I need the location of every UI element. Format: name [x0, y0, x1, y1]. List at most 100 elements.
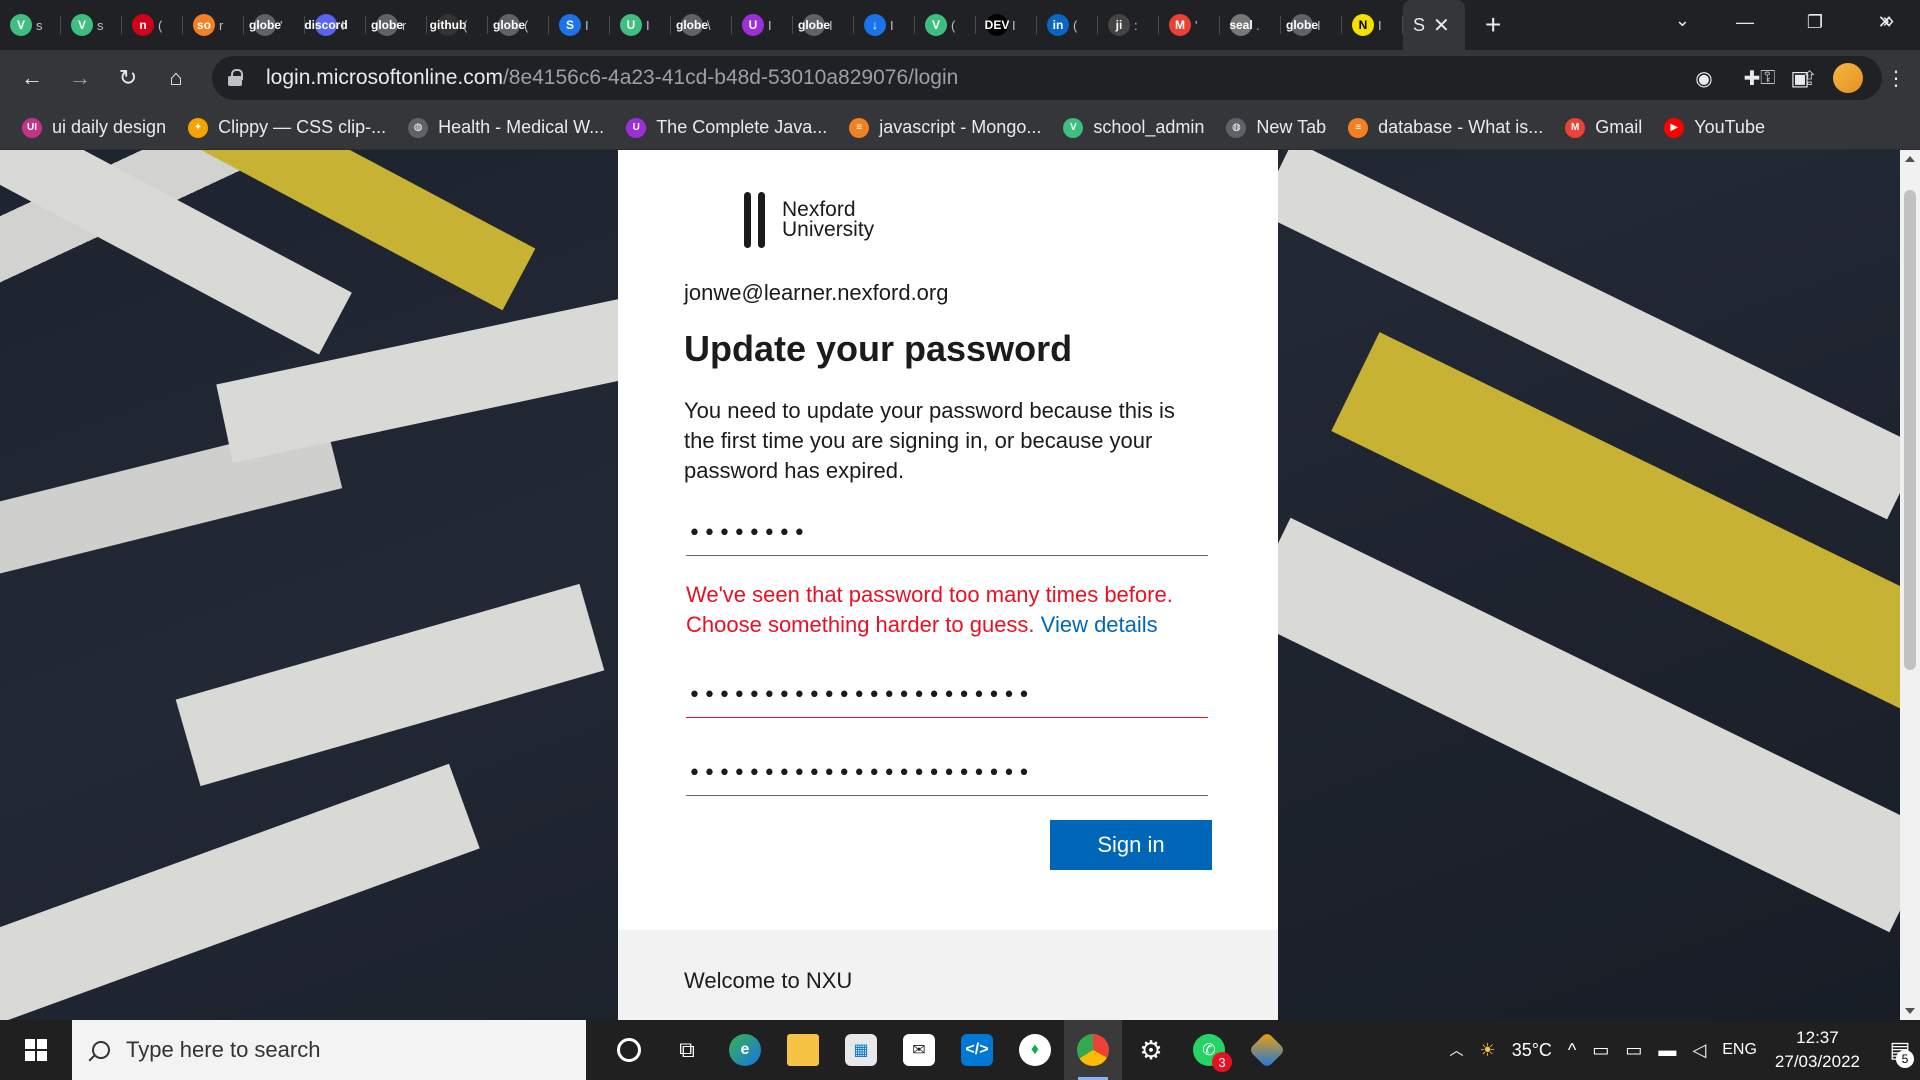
browser-tab[interactable]: SI: [549, 0, 610, 50]
network-icon[interactable]: ▬: [1658, 1040, 1676, 1061]
browser-tab[interactable]: discord I: [304, 0, 366, 50]
git-icon: [1248, 1031, 1286, 1069]
browser-tab[interactable]: in(: [1037, 0, 1098, 50]
settings-app[interactable]: ⚙: [1122, 1020, 1180, 1080]
bookmark-item[interactable]: ▶ YouTube: [1664, 117, 1765, 138]
browser-tab[interactable]: ji:: [1098, 0, 1159, 50]
edge-app[interactable]: e: [716, 1020, 774, 1080]
confirm-password-field[interactable]: [686, 752, 1208, 796]
start-button[interactable]: [0, 1020, 72, 1080]
lock-icon[interactable]: [228, 69, 243, 87]
tab-title: I: [890, 17, 894, 33]
bookmark-favicon-icon: ◍: [1226, 117, 1247, 138]
card-footer: Welcome to NXU: [618, 930, 1278, 1020]
store-app[interactable]: ▦: [832, 1020, 890, 1080]
browser-tab[interactable]: globe \: [671, 0, 732, 50]
file-explorer-app[interactable]: [774, 1020, 832, 1080]
profile-avatar[interactable]: [1833, 63, 1863, 93]
close-tab-icon[interactable]: ✕: [1433, 13, 1450, 38]
puzzle-icon[interactable]: ✚: [1728, 66, 1776, 91]
tab-favicon-icon: globe: [493, 14, 525, 36]
meet-icon[interactable]: ▭: [1592, 1040, 1609, 1061]
browser-tab[interactable]: so r: [183, 0, 244, 50]
browser-tab[interactable]: NI: [1342, 0, 1403, 50]
tab-favicon-icon: ↓: [864, 14, 886, 36]
browser-tab[interactable]: UI: [732, 0, 793, 50]
tab-favicon-icon: seal: [1229, 14, 1253, 36]
scroll-down-icon[interactable]: [1905, 1008, 1915, 1014]
browser-tab[interactable]: globe I: [793, 0, 854, 50]
new-tab-button[interactable]: +: [1485, 9, 1501, 41]
tab-favicon-icon: n: [132, 14, 154, 36]
bookmark-item[interactable]: U The Complete Java...: [626, 117, 827, 138]
reload-button[interactable]: ↻: [104, 54, 152, 102]
sign-in-button[interactable]: Sign in: [1050, 820, 1212, 870]
extension-icon[interactable]: ◉: [1680, 66, 1728, 91]
browser-tab[interactable]: seal.: [1220, 0, 1281, 50]
tray-scroll-icon[interactable]: ︿: [1450, 1040, 1464, 1060]
home-button[interactable]: ⌂: [152, 54, 200, 102]
battery-icon[interactable]: ▭: [1625, 1040, 1642, 1061]
browser-tab[interactable]: globe(: [488, 0, 549, 50]
bookmark-label: The Complete Java...: [656, 117, 828, 137]
bookmark-favicon-icon: V: [1063, 117, 1084, 138]
tab-search-icon[interactable]: ⌄: [1675, 10, 1690, 31]
bookmark-item[interactable]: ✦ Clippy — CSS clip-...: [188, 117, 386, 138]
bookmark-item[interactable]: UI ui daily design: [22, 117, 166, 138]
back-button[interactable]: ←: [8, 54, 56, 102]
tab-title: .: [1256, 17, 1260, 33]
taskbar-search[interactable]: Type here to search: [72, 1020, 586, 1080]
view-details-link[interactable]: View details: [1041, 612, 1158, 637]
browser-tab[interactable]: globe r: [366, 0, 427, 50]
mail-app[interactable]: ✉: [890, 1020, 948, 1080]
browser-tab[interactable]: UI: [610, 0, 671, 50]
bookmark-item[interactable]: ◍ New Tab: [1226, 117, 1326, 138]
browser-tab[interactable]: M ': [1159, 0, 1220, 50]
volume-icon[interactable]: ◁: [1692, 1040, 1706, 1061]
mail-icon: ✉: [903, 1034, 935, 1066]
git-app[interactable]: [1238, 1020, 1296, 1080]
bookmark-item[interactable]: ≡ javascript - Mongo...: [849, 117, 1041, 138]
browser-tab[interactable]: github(: [427, 0, 488, 50]
browser-tab[interactable]: V(: [915, 0, 976, 50]
vscode-app[interactable]: </>: [948, 1020, 1006, 1080]
active-tab[interactable]: S ✕: [1403, 0, 1465, 50]
background-crosswalk-stripe: [0, 763, 480, 1020]
mongodb-app[interactable]: ♦: [1006, 1020, 1064, 1080]
notification-center[interactable]: ▤ 5: [1880, 1020, 1920, 1080]
tray-overflow-icon[interactable]: ^: [1568, 1040, 1576, 1061]
menu-icon[interactable]: ⋮: [1872, 66, 1920, 91]
browser-tab[interactable]: globe ': [244, 0, 305, 50]
cortana-button[interactable]: [600, 1020, 658, 1080]
browser-tab[interactable]: globe I: [1281, 0, 1342, 50]
page-scrollbar[interactable]: [1900, 150, 1920, 1020]
bookmarks-overflow-icon[interactable]: »: [1883, 10, 1894, 33]
notification-count: 5: [1896, 1050, 1914, 1068]
browser-tab[interactable]: Vs: [0, 0, 61, 50]
browser-tab[interactable]: DEV I: [976, 0, 1037, 50]
language-indicator[interactable]: ENG: [1722, 1041, 1757, 1059]
browser-tab[interactable]: Vs: [61, 0, 122, 50]
weather-icon[interactable]: ☀: [1480, 1040, 1496, 1061]
bookmark-item[interactable]: ≡ database - What is...: [1348, 117, 1543, 138]
tab-favicon-icon: globe: [676, 14, 708, 36]
browser-tab[interactable]: ↓ I: [854, 0, 915, 50]
address-bar[interactable]: login.microsoftonline.com/8e4156c6-4a23-…: [212, 56, 1882, 100]
side-panel-icon[interactable]: ▣: [1776, 66, 1824, 91]
scroll-thumb[interactable]: [1904, 190, 1916, 670]
weather-temp[interactable]: 35°C: [1512, 1040, 1552, 1061]
current-password-field[interactable]: [686, 512, 1208, 556]
clock[interactable]: 12:37 27/03/2022: [1775, 1026, 1860, 1074]
scroll-up-icon[interactable]: [1905, 156, 1915, 162]
chrome-app[interactable]: [1064, 1020, 1122, 1080]
bookmark-item[interactable]: M Gmail: [1565, 117, 1642, 138]
minimize-button[interactable]: —: [1710, 0, 1780, 44]
new-password-field[interactable]: [686, 674, 1208, 718]
task-view-button[interactable]: ⧉: [658, 1020, 716, 1080]
browser-tab[interactable]: n(: [122, 0, 183, 50]
bookmark-item[interactable]: ◍ Health - Medical W...: [408, 117, 604, 138]
restore-button[interactable]: ❐: [1780, 0, 1850, 44]
forward-button[interactable]: →: [56, 54, 104, 102]
bookmark-item[interactable]: Vschool_admin: [1063, 117, 1204, 138]
whatsapp-app[interactable]: ✆ 3: [1180, 1020, 1238, 1080]
